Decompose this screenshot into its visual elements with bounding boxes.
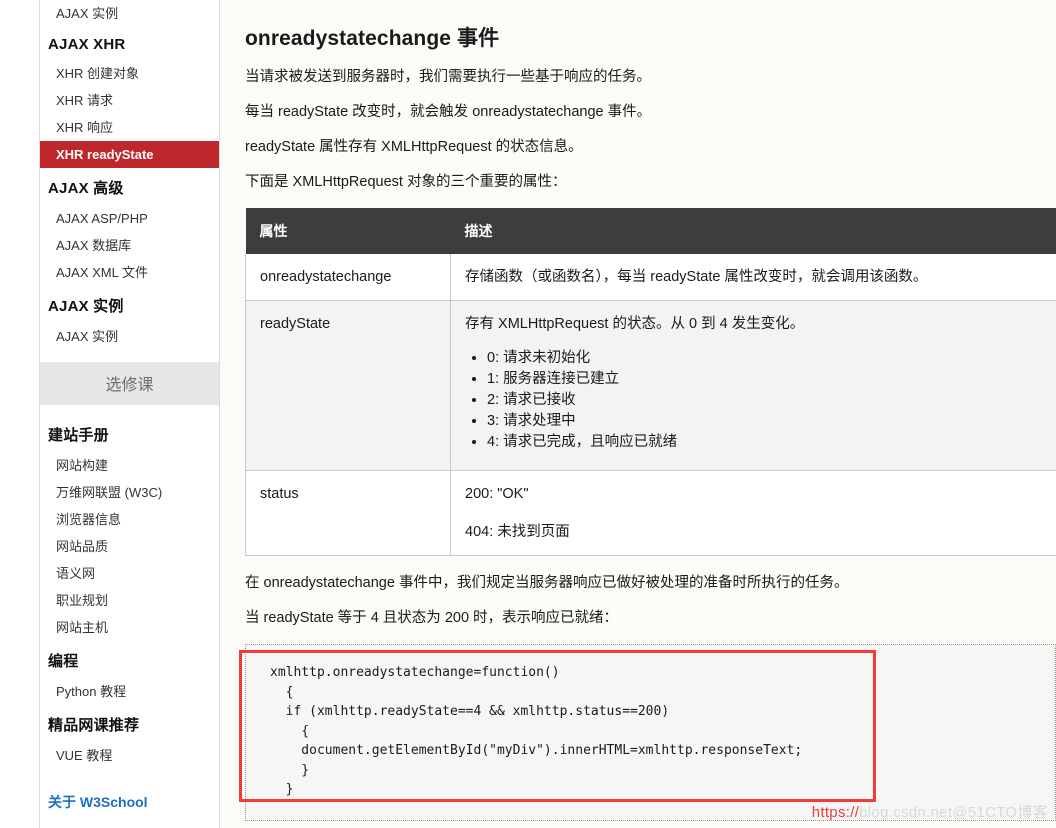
table-cell-property: onreadystatechange — [245, 254, 451, 301]
readystate-description: 存有 XMLHttpRequest 的状态。从 0 到 4 发生变化。 — [465, 316, 805, 332]
table-head: 属性 描述 — [245, 208, 1056, 254]
list-item: 3: 请求处理中 — [487, 411, 1056, 432]
sidebar-group-site-building: 建站手册 网站构建 万维网联盟 (W3C) 浏览器信息 网站品质 语义网 职业规… — [40, 417, 219, 643]
sidebar-group-ajax-xhr: AJAX XHR XHR 创建对象 XHR 请求 XHR 响应 XHR read… — [40, 29, 219, 170]
page-root: AJAX 实例 AJAX XHR XHR 创建对象 XHR 请求 XHR 响应 … — [0, 0, 1056, 828]
table-row: status 200: "OK" 404: 未找到页面 — [245, 470, 1056, 556]
table-cell-description: 存储函数（或函数名），每当 readyState 属性改变时，就会调用该函数。 — [450, 254, 1056, 301]
table-row: onreadystatechange 存储函数（或函数名），每当 readySt… — [245, 254, 1056, 301]
table-header-row: 属性 描述 — [245, 208, 1056, 254]
watermark-text: blog.csdn.net@51CTO博客 — [859, 804, 1048, 821]
list-item: 0: 请求未初始化 — [487, 348, 1056, 369]
table-header-description: 描述 — [450, 208, 1056, 254]
sidebar-item-ajax-xml-file[interactable]: AJAX XML 文件 — [40, 259, 219, 286]
table-cell-property: readyState — [245, 300, 451, 471]
sidebar-item-site-quality[interactable]: 网站品质 — [40, 533, 219, 560]
page-title: onreadystatechange 事件 — [245, 27, 500, 50]
sidebar-group-0: AJAX 实例 — [40, 0, 219, 29]
list-item: 1: 服务器连接已建立 — [487, 369, 1056, 390]
status-code-404: 404: 未找到页面 — [465, 524, 570, 540]
intro-paragraph-3: readyState 属性存有 XMLHttpRequest 的状态信息。 — [245, 139, 583, 155]
sidebar-heading-programming: 编程 — [48, 653, 79, 670]
sidebar-link-about-w3school[interactable]: 关于 W3School — [40, 783, 219, 821]
sidebar-item-vue-tutorial[interactable]: VUE 教程 — [40, 742, 219, 769]
intro-paragraph-4: 下面是 XMLHttpRequest 对象的三个重要的属性： — [245, 174, 567, 190]
code-snippet[interactable]: xmlhttp.onreadystatechange=function() { … — [245, 644, 1056, 821]
sidebar-heading-recommended-courses: 精品网课推荐 — [48, 717, 140, 734]
sidebar-item-xhr-create-object[interactable]: XHR 创建对象 — [40, 60, 219, 87]
sidebar-group-ajax-advanced: AJAX 高级 AJAX ASP/PHP AJAX 数据库 AJAX XML 文… — [40, 170, 219, 288]
sidebar-item-xhr-request[interactable]: XHR 请求 — [40, 87, 219, 114]
sidebar-item-semantic-web[interactable]: 语义网 — [40, 560, 219, 587]
sidebar-link-help-w3school[interactable]: 帮助 W3School — [40, 821, 219, 828]
code-block-wrapper: xmlhttp.onreadystatechange=function() { … — [239, 644, 1056, 821]
sidebar-item-w3c[interactable]: 万维网联盟 (W3C) — [40, 479, 219, 506]
table-row: readyState 存有 XMLHttpRequest 的状态。从 0 到 4… — [245, 300, 1056, 471]
sidebar-item-ajax-examples[interactable]: AJAX 实例 — [40, 323, 219, 350]
table-cell-description: 存有 XMLHttpRequest 的状态。从 0 到 4 发生变化。 0: 请… — [450, 300, 1056, 471]
sidebar: AJAX 实例 AJAX XHR XHR 创建对象 XHR 请求 XHR 响应 … — [40, 0, 220, 828]
sidebar-item-ajax-asp-php[interactable]: AJAX ASP/PHP — [40, 205, 219, 232]
sidebar-item-python-tutorial[interactable]: Python 教程 — [40, 678, 219, 705]
intro-paragraph-2: 每当 readyState 改变时，就会触发 onreadystatechang… — [245, 104, 652, 120]
list-item: 4: 请求已完成，且响应已就绪 — [487, 432, 1056, 453]
outro-paragraph-1: 在 onreadystatechange 事件中，我们规定当服务器响应已做好被处… — [245, 575, 849, 591]
table-cell-property: status — [245, 470, 451, 556]
sidebar-item-browser-info[interactable]: 浏览器信息 — [40, 506, 219, 533]
sidebar-heading-site-building: 建站手册 — [48, 427, 109, 444]
sidebar-section-title-electives: 选修课 — [40, 362, 219, 405]
sidebar-heading-ajax-advanced: AJAX 高级 — [48, 180, 124, 197]
sidebar-item-ajax-examples-top[interactable]: AJAX 实例 — [40, 0, 219, 27]
sidebar-item-ajax-database[interactable]: AJAX 数据库 — [40, 232, 219, 259]
intro-paragraph-1: 当请求被发送到服务器时，我们需要执行一些基于响应的任务。 — [245, 69, 651, 85]
readystate-value-list: 0: 请求未初始化 1: 服务器连接已建立 2: 请求已接收 3: 请求处理中 … — [465, 348, 1056, 453]
sidebar-heading-ajax-xhr: AJAX XHR — [48, 36, 126, 53]
properties-table: 属性 描述 onreadystatechange 存储函数（或函数名），每当 r… — [245, 208, 1056, 556]
main-content: onreadystatechange 事件 当请求被发送到服务器时，我们需要执行… — [221, 0, 1056, 828]
sidebar-group-recommended-courses: 精品网课推荐 VUE 教程 — [40, 707, 219, 771]
outro-paragraph-2: 当 readyState 等于 4 且状态为 200 时，表示响应已就绪： — [245, 610, 619, 626]
sidebar-group-programming: 编程 Python 教程 — [40, 643, 219, 707]
sidebar-heading-ajax-examples: AJAX 实例 — [48, 298, 124, 315]
watermark: https://blog.csdn.net@51CTO博客 — [812, 801, 1048, 822]
sidebar-item-xhr-response[interactable]: XHR 响应 — [40, 114, 219, 141]
watermark-strike-text: https:// — [811, 804, 860, 821]
table-header-property: 属性 — [245, 208, 451, 254]
left-gutter — [0, 0, 40, 828]
sidebar-group-ajax-examples: AJAX 实例 AJAX 实例 — [40, 288, 219, 352]
sidebar-item-web-hosting[interactable]: 网站主机 — [40, 614, 219, 641]
sidebar-item-site-build[interactable]: 网站构建 — [40, 452, 219, 479]
table-body: onreadystatechange 存储函数（或函数名），每当 readySt… — [245, 254, 1056, 556]
sidebar-item-xhr-readystate[interactable]: XHR readyState — [40, 141, 219, 168]
sidebar-item-career-planning[interactable]: 职业规划 — [40, 587, 219, 614]
table-cell-description: 200: "OK" 404: 未找到页面 — [450, 470, 1056, 556]
list-item: 2: 请求已接收 — [487, 390, 1056, 411]
status-code-200: 200: "OK" — [465, 486, 529, 502]
